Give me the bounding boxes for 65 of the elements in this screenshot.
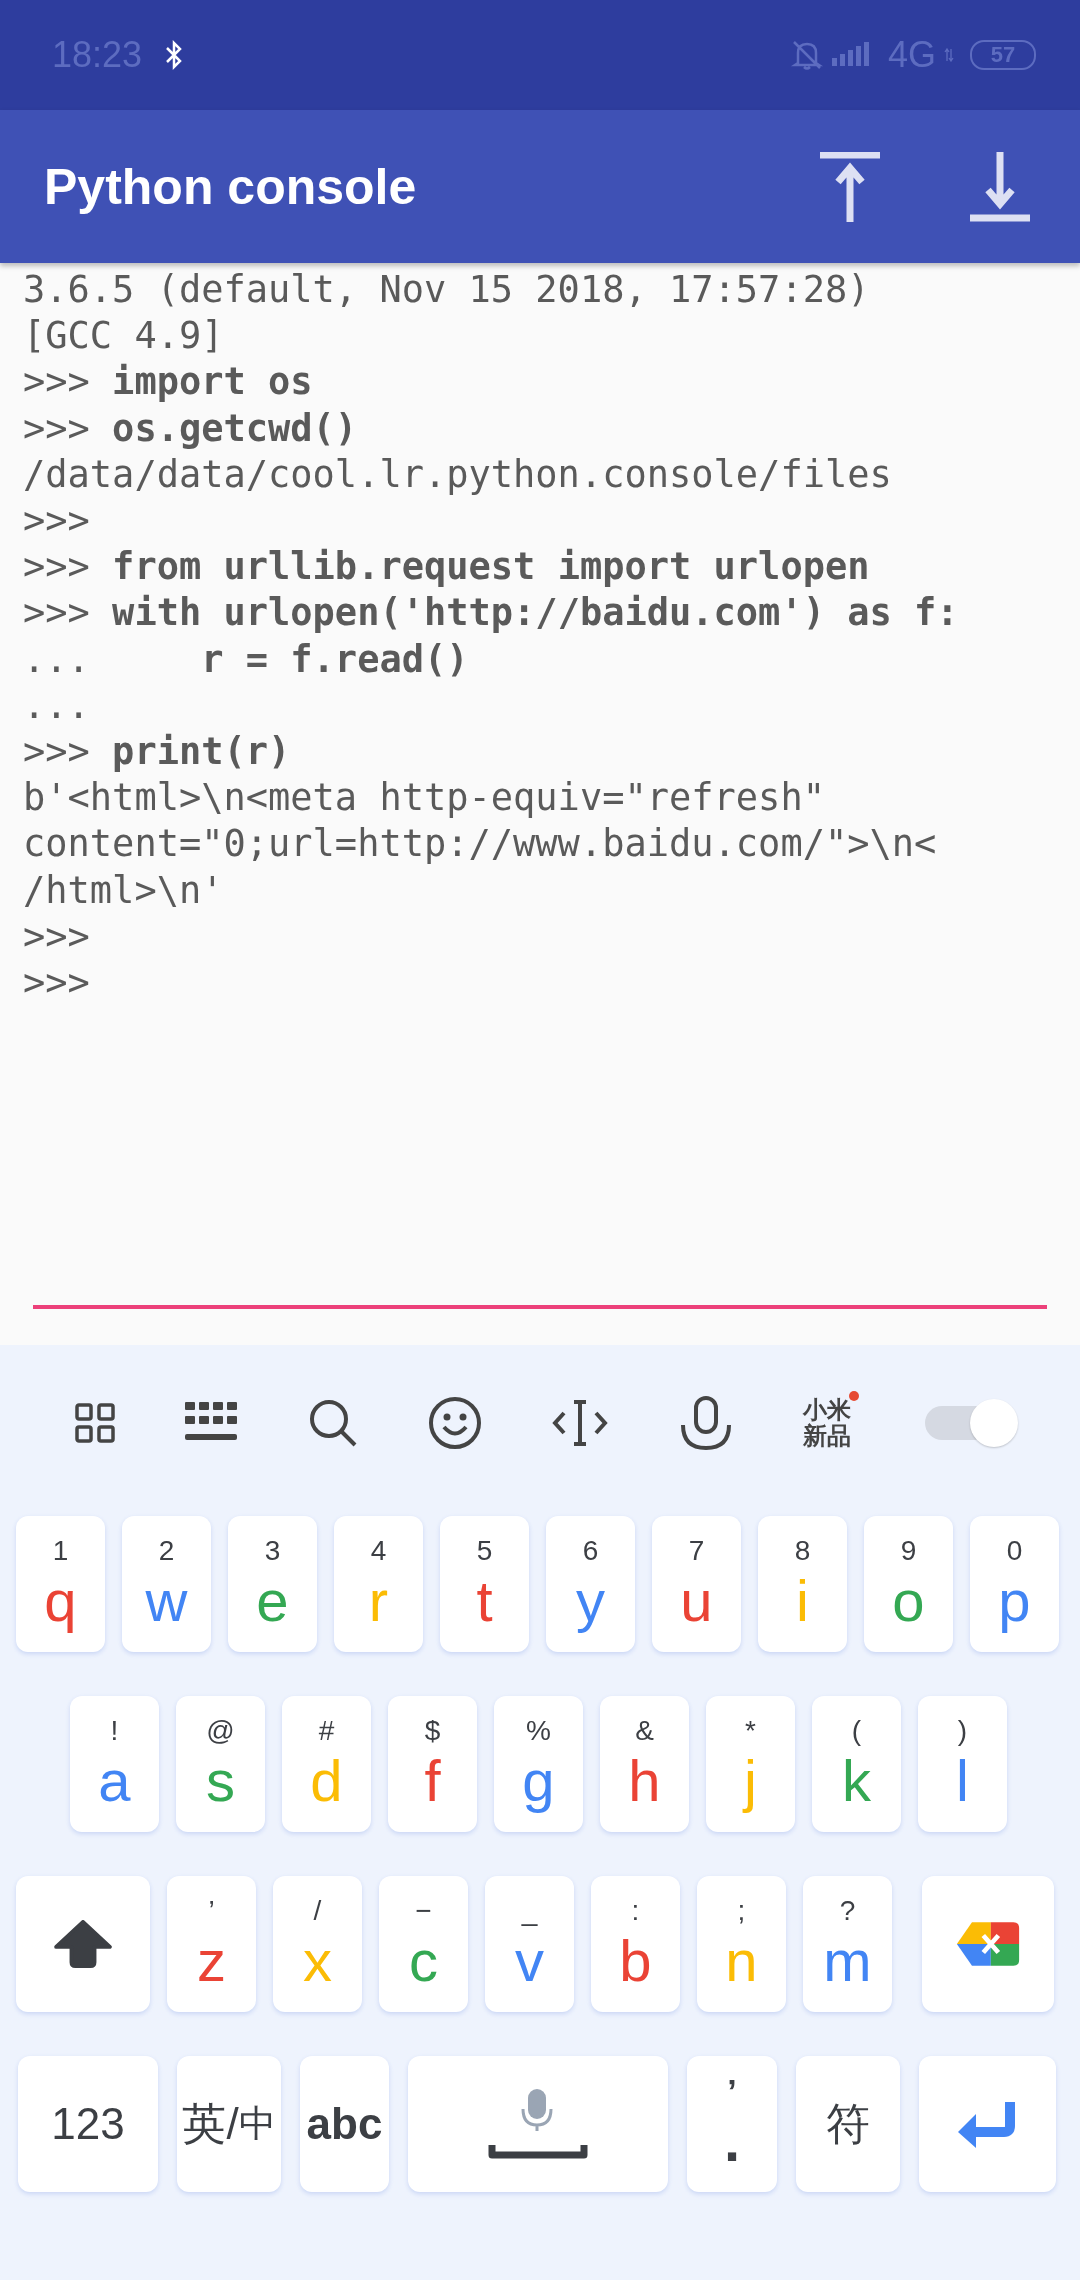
search-icon[interactable]	[308, 1397, 359, 1448]
letter-key[interactable]: ! a	[70, 1696, 159, 1832]
console-line: >>> with urlopen('http://baidu.com') as f:	[23, 590, 960, 637]
letter-key[interactable]: 3 e	[228, 1516, 317, 1652]
backspace-key[interactable]	[922, 1876, 1054, 2012]
console-line: >>> print(r)	[23, 729, 292, 776]
promo-label[interactable]: 小米新品	[803, 1396, 852, 1449]
smiley-icon[interactable]	[428, 1395, 483, 1450]
console-line: >>> from urllib.request import urlopen	[23, 544, 871, 591]
letter-key[interactable]: 5 t	[440, 1516, 529, 1652]
console-line: content="0;url=http://www.baidu.com/">\n<	[23, 821, 938, 868]
console-line: >>>	[23, 498, 91, 544]
letter-key[interactable]: 0 p	[970, 1516, 1059, 1652]
enter-key[interactable]	[919, 2056, 1056, 2192]
letter-key[interactable]: 4 r	[334, 1516, 423, 1652]
cursor-icon[interactable]	[551, 1398, 608, 1447]
letter-key[interactable]: 1 q	[16, 1516, 105, 1652]
letter-key[interactable]: 7 u	[652, 1516, 741, 1652]
bell-off-icon	[789, 38, 824, 72]
letter-key[interactable]: # d	[282, 1696, 371, 1832]
console-line: ... r = f.read()	[23, 636, 470, 683]
letter-key[interactable]: ( k	[812, 1696, 901, 1832]
backspace-icon	[955, 1920, 1021, 1968]
letter-key[interactable]: ) l	[918, 1696, 1007, 1832]
console-line: >>> os.getcwd()	[23, 405, 359, 452]
input-field[interactable]	[33, 1305, 1047, 1309]
letter-key[interactable]: $ f	[388, 1696, 477, 1832]
mode-key[interactable]: 符	[796, 2056, 900, 2192]
letter-key[interactable]: − c	[379, 1876, 468, 2012]
console-line: /html>\n'	[23, 867, 225, 914]
console-line: b'<html>\n<meta http-equiv="refresh"	[23, 775, 826, 822]
letter-key[interactable]: 6 y	[546, 1516, 635, 1652]
grid-icon[interactable]	[74, 1402, 115, 1443]
letter-key[interactable]: % g	[494, 1696, 583, 1832]
scroll-top-icon[interactable]	[820, 151, 880, 222]
letter-key[interactable]: ; n	[697, 1876, 786, 2012]
space-bar-icon	[488, 2145, 588, 2161]
letter-key[interactable]: _ v	[485, 1876, 574, 2012]
letter-key[interactable]: / x	[273, 1876, 362, 2012]
mode-key[interactable]: 123	[18, 2056, 158, 2192]
letter-key[interactable]: 8 i	[758, 1516, 847, 1652]
mode-key[interactable]: abc	[300, 2056, 389, 2192]
shift-key[interactable]	[16, 1876, 150, 2012]
letter-key[interactable]: & h	[600, 1696, 689, 1832]
console-line: >>>	[23, 960, 91, 1007]
space-key[interactable]	[408, 2056, 668, 2192]
console-line: 3.6.5 (default, Nov 15 2018, 17:57:28)	[23, 267, 871, 313]
app-title: Python console	[44, 157, 417, 216]
console-line: [GCC 4.9]	[23, 313, 225, 360]
data-arrows-icon	[944, 48, 954, 62]
console-line: ...	[23, 682, 91, 729]
letter-key[interactable]: @ s	[176, 1696, 265, 1832]
letter-key[interactable]: ? m	[803, 1876, 892, 2012]
console-line: >>> import os	[23, 359, 314, 406]
punctuation-key[interactable]: ’ .	[687, 2056, 777, 2192]
letter-key[interactable]: : b	[591, 1876, 680, 2012]
letter-key[interactable]: 2 w	[122, 1516, 211, 1652]
letter-key[interactable]: 9 o	[864, 1516, 953, 1652]
console-line: >>>	[23, 913, 91, 960]
scroll-bottom-icon[interactable]	[970, 151, 1030, 222]
letter-key[interactable]: * j	[706, 1696, 795, 1832]
console-line: /data/data/cool.lr.python.console/files	[23, 451, 893, 498]
shift-arrow-icon	[54, 1920, 112, 1968]
microphone-icon	[521, 2087, 555, 2133]
letter-key[interactable]: ’ z	[167, 1876, 256, 2012]
